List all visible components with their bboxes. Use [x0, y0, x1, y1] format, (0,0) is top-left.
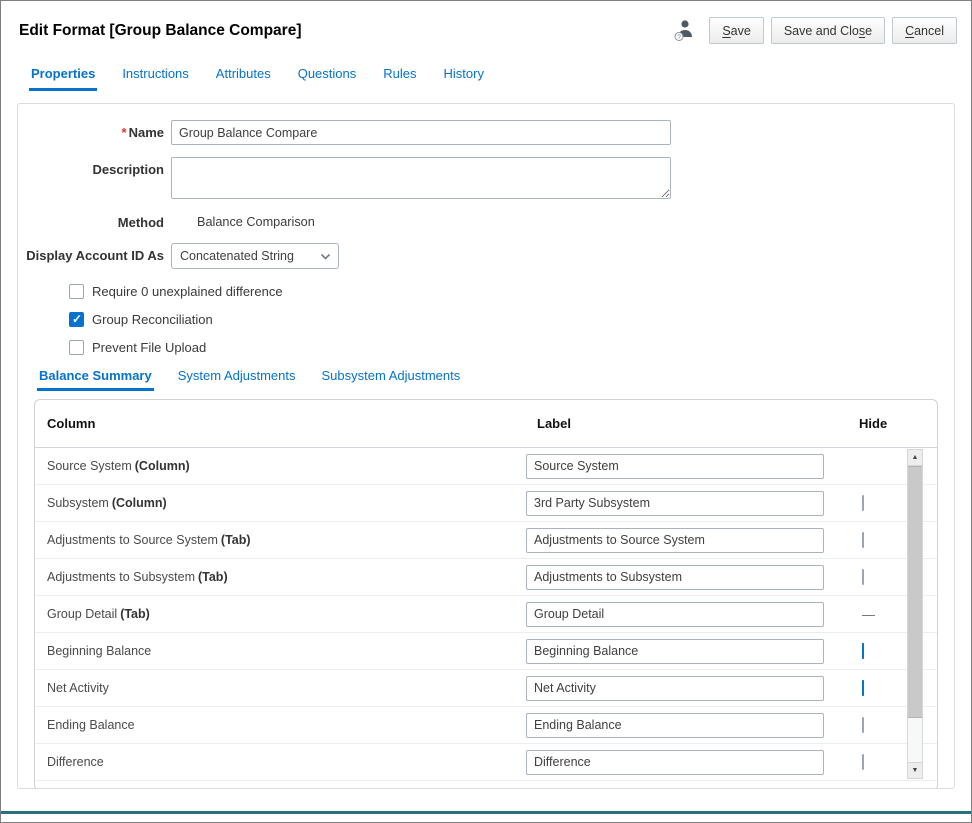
scroll-down-icon[interactable]: ▼	[908, 762, 922, 778]
hide-not-applicable: —	[862, 607, 875, 622]
balance-subtabs: Balance Summary System Adjustments Subsy…	[39, 368, 954, 391]
save-button[interactable]: Save	[709, 17, 764, 44]
group-reconciliation-label: Group Reconciliation	[92, 312, 213, 327]
label-input[interactable]	[526, 602, 824, 627]
svg-text:?: ?	[678, 34, 682, 41]
display-account-id-value: Concatenated String	[172, 249, 312, 263]
prevent-file-upload-label: Prevent File Upload	[92, 340, 206, 355]
description-input[interactable]	[171, 157, 671, 199]
display-account-id-select[interactable]: Concatenated String	[171, 243, 339, 269]
tab-questions[interactable]: Questions	[298, 66, 357, 91]
table-row: Net Activity	[35, 670, 937, 707]
header: Edit Format [Group Balance Compare] ? Sa…	[1, 1, 971, 44]
hide-checkbox[interactable]	[862, 717, 864, 733]
main-tabs: Properties Instructions Attributes Quest…	[1, 66, 971, 103]
user-status-icon[interactable]: ?	[674, 19, 695, 42]
row-column-name: Subsystem	[47, 496, 109, 510]
row-column-type: (Column)	[112, 496, 167, 510]
display-account-id-label: Display Account ID As	[18, 243, 164, 263]
tab-properties[interactable]: Properties	[31, 66, 95, 91]
table-row: Beginning Balance	[35, 633, 937, 670]
name-label: *Name	[18, 120, 164, 140]
hide-checkbox[interactable]	[862, 495, 864, 511]
table-header: Column Label Hide	[35, 400, 937, 448]
table-row: Adjustments to Source System(Tab)	[35, 522, 937, 559]
label-input[interactable]	[526, 528, 824, 553]
tab-history[interactable]: History	[444, 66, 484, 91]
label-input[interactable]	[526, 676, 824, 701]
label-input[interactable]	[526, 454, 824, 479]
label-input[interactable]	[526, 491, 824, 516]
table-row: Subsystem(Column)	[35, 485, 937, 522]
balance-summary-table: Column Label Hide Source System(Column) …	[34, 399, 938, 789]
chevron-down-icon	[312, 253, 338, 260]
checkbox-row: Prevent File Upload	[69, 340, 954, 355]
table-row: Difference	[35, 744, 937, 781]
subtab-balance-summary[interactable]: Balance Summary	[39, 368, 152, 391]
table-row: Adjustments to Subsystem(Tab)	[35, 559, 937, 596]
checkbox-row: Require 0 unexplained difference	[69, 284, 954, 299]
row-column-type: (Column)	[135, 459, 190, 473]
row-column-name: Adjustments to Source System	[47, 533, 218, 547]
row-column-name: Ending Balance	[47, 718, 135, 732]
group-reconciliation-checkbox[interactable]	[69, 312, 84, 327]
tab-instructions[interactable]: Instructions	[122, 66, 188, 91]
table-row: Ending Balance	[35, 707, 937, 744]
subtab-subsystem-adjustments[interactable]: Subsystem Adjustments	[322, 368, 461, 391]
scroll-up-icon[interactable]: ▲	[908, 450, 922, 466]
person-icon: ?	[674, 19, 695, 42]
row-column-type: (Tab)	[198, 570, 228, 584]
table-row: Source System(Column)	[35, 448, 937, 485]
tab-rules[interactable]: Rules	[383, 66, 416, 91]
hide-checkbox[interactable]	[862, 680, 864, 696]
row-column-type: (Tab)	[221, 533, 251, 547]
checkbox-row: Group Reconciliation	[69, 312, 954, 327]
method-value: Balance Comparison	[171, 210, 315, 229]
require-0-difference-checkbox[interactable]	[69, 284, 84, 299]
cancel-button[interactable]: Cancel	[892, 17, 957, 44]
save-and-close-button[interactable]: Save and Close	[771, 17, 885, 44]
row-column-name: Group Detail	[47, 607, 117, 621]
label-input[interactable]	[526, 750, 824, 775]
option-checkboxes: Require 0 unexplained difference Group R…	[18, 284, 954, 355]
row-column-name: Difference	[47, 755, 104, 769]
hide-checkbox[interactable]	[862, 754, 864, 770]
hide-checkbox[interactable]	[862, 643, 864, 659]
row-column-name: Source System	[47, 459, 132, 473]
label-header: Label	[526, 416, 848, 431]
hide-checkbox[interactable]	[862, 569, 864, 585]
row-column-name: Adjustments to Subsystem	[47, 570, 195, 584]
subtab-system-adjustments[interactable]: System Adjustments	[178, 368, 296, 391]
label-input[interactable]	[526, 565, 824, 590]
table-scrollbar[interactable]: ▲ ▼	[907, 449, 923, 779]
row-column-name: Beginning Balance	[47, 644, 151, 658]
action-buttons: Save Save and Close Cancel	[709, 17, 957, 44]
properties-panel: *Name Description Method Balance Compari…	[17, 103, 955, 789]
prevent-file-upload-checkbox[interactable]	[69, 340, 84, 355]
table-body: Source System(Column) Subsystem(Column) …	[35, 448, 937, 781]
description-label: Description	[18, 157, 164, 177]
footer-accent-bar	[1, 811, 971, 814]
table-row: Group Detail(Tab) —	[35, 596, 937, 633]
column-header: Column	[47, 416, 526, 431]
require-0-difference-label: Require 0 unexplained difference	[92, 284, 283, 299]
page-title: Edit Format [Group Balance Compare]	[19, 17, 301, 40]
label-input[interactable]	[526, 639, 824, 664]
label-input[interactable]	[526, 713, 824, 738]
hide-checkbox[interactable]	[862, 532, 864, 548]
row-column-name: Net Activity	[47, 681, 109, 695]
tab-attributes[interactable]: Attributes	[216, 66, 271, 91]
row-column-type: (Tab)	[120, 607, 150, 621]
format-form: *Name Description Method Balance Compari…	[18, 104, 954, 355]
scrollbar-thumb[interactable]	[908, 466, 922, 718]
method-label: Method	[18, 210, 164, 230]
edit-format-window: Edit Format [Group Balance Compare] ? Sa…	[0, 0, 972, 823]
hide-header: Hide	[848, 416, 937, 431]
name-input[interactable]	[171, 120, 671, 145]
required-marker: *	[122, 125, 127, 140]
